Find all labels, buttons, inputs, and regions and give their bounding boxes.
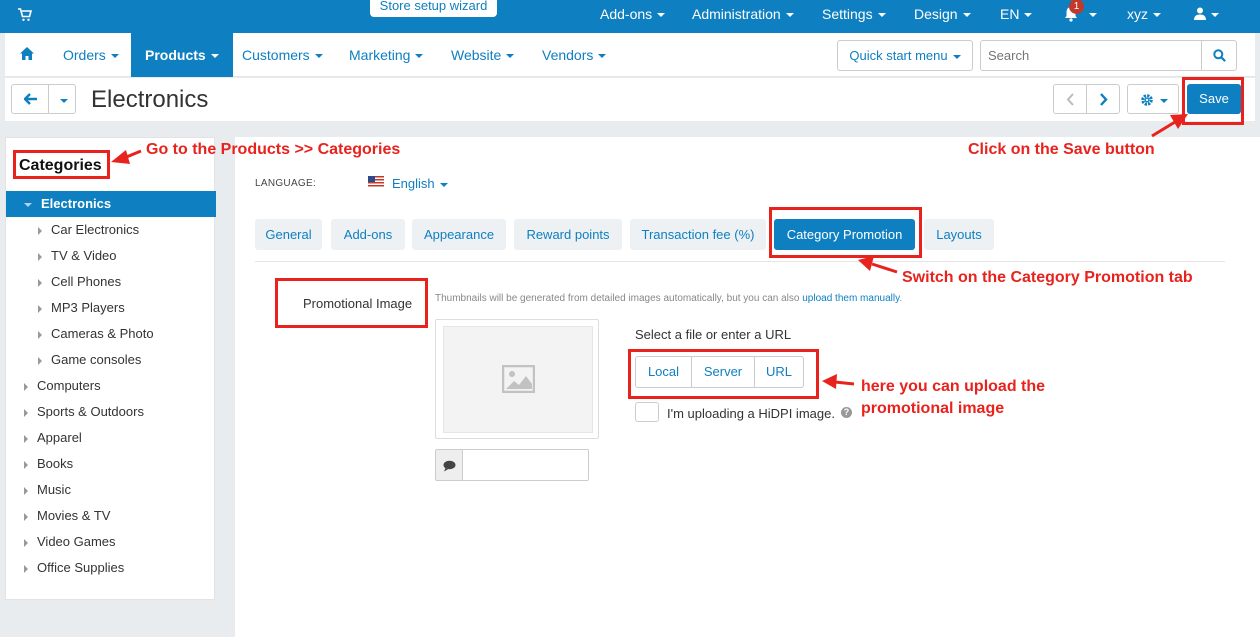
annotation-arrows	[111, 114, 1188, 389]
arrow-to-categories	[111, 149, 142, 164]
arrow-to-upload	[822, 374, 855, 389]
arrow-to-tab	[858, 256, 898, 274]
arrow-to-save	[1151, 114, 1188, 138]
